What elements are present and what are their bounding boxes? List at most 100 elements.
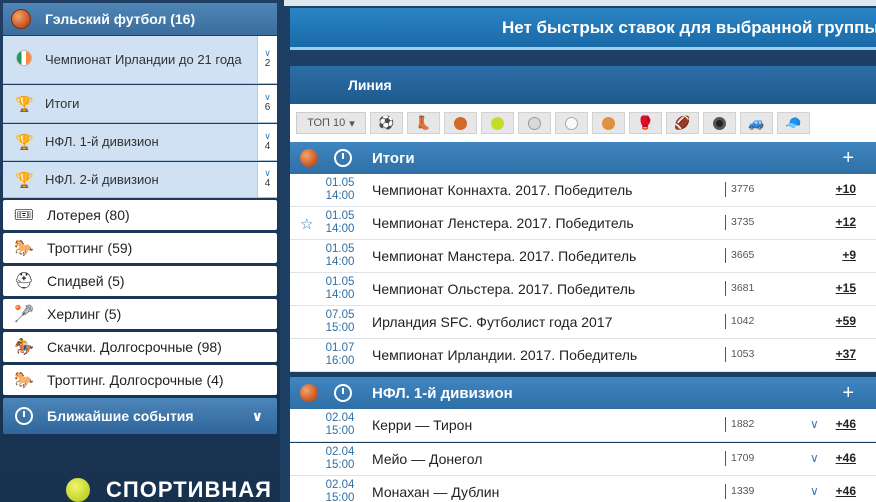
chevron-down-icon[interactable]: ∨ [810,484,819,498]
chevron-down-icon: ∨ [264,130,271,141]
event-datetime: 01.05 14:00 [325,243,355,268]
event-row[interactable]: 02.04 15:00 Керри — Тирон 1882 ∨ +46 [290,409,876,442]
event-row[interactable]: 01.05 14:00 Чемпионат Коннахта. 2017. Поб… [290,174,876,207]
event-row[interactable]: 01.07 16:00 Чемпионат Ирландии. 2017. Поб… [290,339,876,372]
chevron-down-icon[interactable]: ∨ [810,451,819,465]
event-id: 1882 [725,417,754,432]
event-name[interactable]: Чемпионат Ирландии. 2017. Победитель [372,347,637,363]
subitem-count[interactable]: ∨ 2 [257,36,277,83]
trophy-icon: 🏆 [15,171,34,189]
sport-racing-longterm[interactable]: 🏇 Скачки. Долгосрочные (98) [3,332,277,362]
event-row[interactable]: 07.05 15:00 Ирландия SFC. Футболист года … [290,306,876,339]
more-bets-link[interactable]: +37 [836,347,856,361]
chevron-down-icon[interactable]: ∨ [810,417,819,431]
sport-label: Спидвей (5) [47,273,125,289]
subitem-results[interactable]: 🏆 Итоги ∨ 6 [3,85,277,123]
event-datetime: 01.05 14:00 [325,177,355,202]
more-bets-link[interactable]: +59 [836,314,856,328]
lottery-ticket-icon: 🎟 [13,207,35,224]
event-name[interactable]: Чемпионат Ленстера. 2017. Победитель [372,215,634,231]
cap-filter-icon[interactable]: 🧢 [777,112,810,134]
event-datetime: 01.05 14:00 [325,276,355,301]
sport-hurling[interactable]: 🥍 Херлинг (5) [3,299,277,329]
sport-trotting[interactable]: 🐎 Троттинг (59) [3,233,277,263]
event-row[interactable]: 01.05 14:00 Чемпионат Манстера. 2017. Поб… [290,240,876,273]
more-bets-link[interactable]: +12 [836,215,856,229]
group-header-nfl-div1[interactable]: НФЛ. 1-й дивизион + [290,377,876,409]
event-row[interactable]: ☆ 01.05 14:00 Чемпионат Ленстера. 2017. П… [290,207,876,240]
event-datetime: 01.05 14:00 [325,210,355,235]
boxing-filter-icon[interactable]: 🥊 [629,112,662,134]
more-bets-link[interactable]: +46 [836,451,856,465]
tennis-filter-icon[interactable] [481,112,514,134]
sport-trotting-longterm[interactable]: 🐎 Троттинг. Долгосрочные (4) [3,365,277,395]
horse-icon: 🐎 [14,240,34,257]
group-title: Итоги [372,149,415,167]
more-bets-link[interactable]: +15 [836,281,856,295]
subitem-count[interactable]: ∨ 6 [257,85,277,122]
more-bets-link[interactable]: +9 [842,248,856,262]
subitem-label: Чемпионат Ирландии до 21 года [45,51,242,67]
star-favorite-icon[interactable]: ☆ [300,215,313,233]
top-strip [284,0,876,6]
event-name[interactable]: Мейо — Донегол [372,451,482,467]
sport-label: Скачки. Долгосрочные (98) [47,339,222,355]
line-header: Линия [290,66,876,104]
basketball-filter-icon[interactable] [444,112,477,134]
gaelic-ball-icon [300,384,318,402]
clock-icon [334,149,352,167]
subitem-count[interactable]: ∨ 4 [257,162,277,197]
helmet-icon: ⛑ [13,273,35,290]
more-bets-link[interactable]: +10 [836,182,856,196]
top10-label: ТОП 10 [307,117,346,129]
nearest-events-button[interactable]: Ближайшие события ∨ [3,398,277,434]
event-row[interactable]: 01.05 14:00 Чемпионат Ольстера. 2017. Поб… [290,273,876,306]
gaelic-filter-icon[interactable] [592,112,625,134]
rugby-filter-icon[interactable]: 🏈 [666,112,699,134]
event-name[interactable]: Ирландия SFC. Футболист года 2017 [372,314,612,330]
event-name[interactable]: Чемпионат Ольстера. 2017. Победитель [372,281,635,297]
jockey-icon: 🏇 [14,339,34,356]
clock-icon [15,407,33,425]
event-row[interactable]: 02.04 15:00 Монахан — Дублин 1339 ∨ +46 [290,476,876,502]
tyre-filter-icon[interactable] [703,112,736,134]
volleyball-filter-icon[interactable] [518,112,551,134]
group-header-results[interactable]: Итоги + [290,142,876,174]
sport-lottery[interactable]: 🎟 Лотерея (80) [3,200,277,230]
more-bets-link[interactable]: +46 [836,484,856,498]
sportivnaya-logo[interactable]: СПОРТИВНАЯ [10,477,272,502]
tennis-ball-icon [66,478,90,502]
subitem-nfl-div1[interactable]: 🏆 НФЛ. 1-й дивизион ∨ 4 [3,124,277,161]
event-id: 1053 [725,347,754,362]
event-id: 1339 [725,484,754,499]
event-name[interactable]: Монахан — Дублин [372,484,499,500]
event-name[interactable]: Керри — Тирон [372,417,472,433]
clock-icon [334,384,352,402]
event-row[interactable]: 02.04 15:00 Мейо — Донегол 1709 ∨ +46 [290,443,876,476]
golf-filter-icon[interactable] [555,112,588,134]
more-bets-link[interactable]: +46 [836,417,856,431]
subitem-count[interactable]: ∨ 4 [257,124,277,160]
top10-dropdown[interactable]: ТОП 10 ▾ [296,112,366,134]
gaelic-ball-icon [300,149,318,167]
car-filter-icon[interactable]: 🚙 [740,112,773,134]
boot-filter-icon[interactable]: 👢 [407,112,440,134]
event-datetime: 02.04 15:00 [325,446,355,471]
event-name[interactable]: Чемпионат Коннахта. 2017. Победитель [372,182,632,198]
trophy-icon: 🏆 [15,95,34,113]
sport-filter-bar: ТОП 10 ▾ ⚽ 👢 🥊 🏈 🚙 🧢 [290,104,876,142]
expand-plus-icon[interactable]: + [842,382,854,405]
expand-plus-icon[interactable]: + [842,147,854,170]
event-id: 1709 [725,451,754,466]
sport-speedway[interactable]: ⛑ Спидвей (5) [3,266,277,296]
subitem-ireland-u21[interactable]: Чемпионат Ирландии до 21 года ∨ 2 [3,36,277,84]
gaelic-ball-icon [11,9,31,29]
subitem-label: Итоги [45,95,80,111]
subitem-nfl-div2[interactable]: 🏆 НФЛ. 2-й дивизион ∨ 4 [3,162,277,198]
ireland-flag-icon [15,49,33,70]
event-id: 3665 [725,248,754,263]
chevron-down-icon: ∨ [264,48,271,58]
sport-header-gaelic-football[interactable]: Гэльский футбол (16) [3,3,277,35]
event-name[interactable]: Чемпионат Манстера. 2017. Победитель [372,248,636,264]
football-filter-icon[interactable]: ⚽ [370,112,403,134]
